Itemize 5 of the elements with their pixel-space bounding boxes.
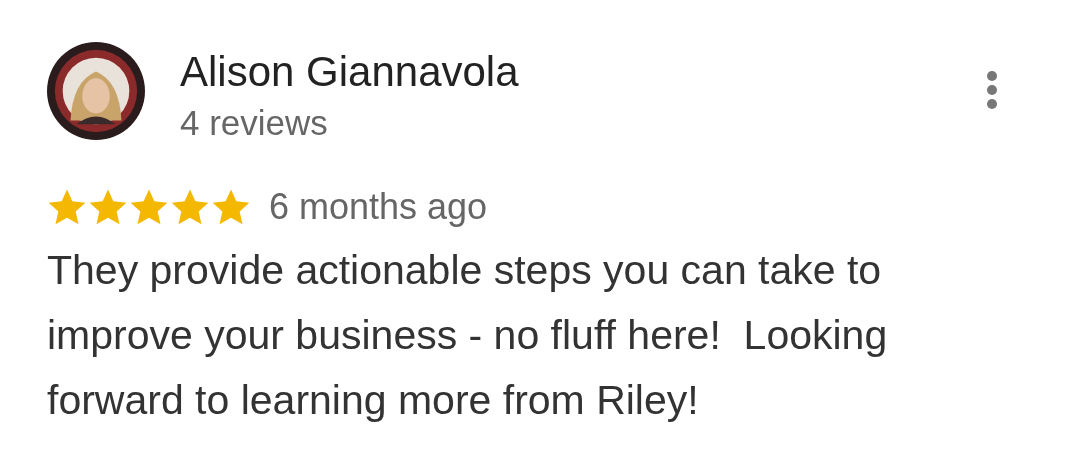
review-text: They provide actionable steps you can take to improve your business - no fluff here! Looking forward to learning more from Riley! [47,246,889,425]
review-count: 4 reviews [180,104,329,142]
more-options-icon[interactable] [986,70,998,110]
reviewer-name: Alison Giannavola [180,50,520,94]
review-time: 6 months ago [269,186,488,228]
